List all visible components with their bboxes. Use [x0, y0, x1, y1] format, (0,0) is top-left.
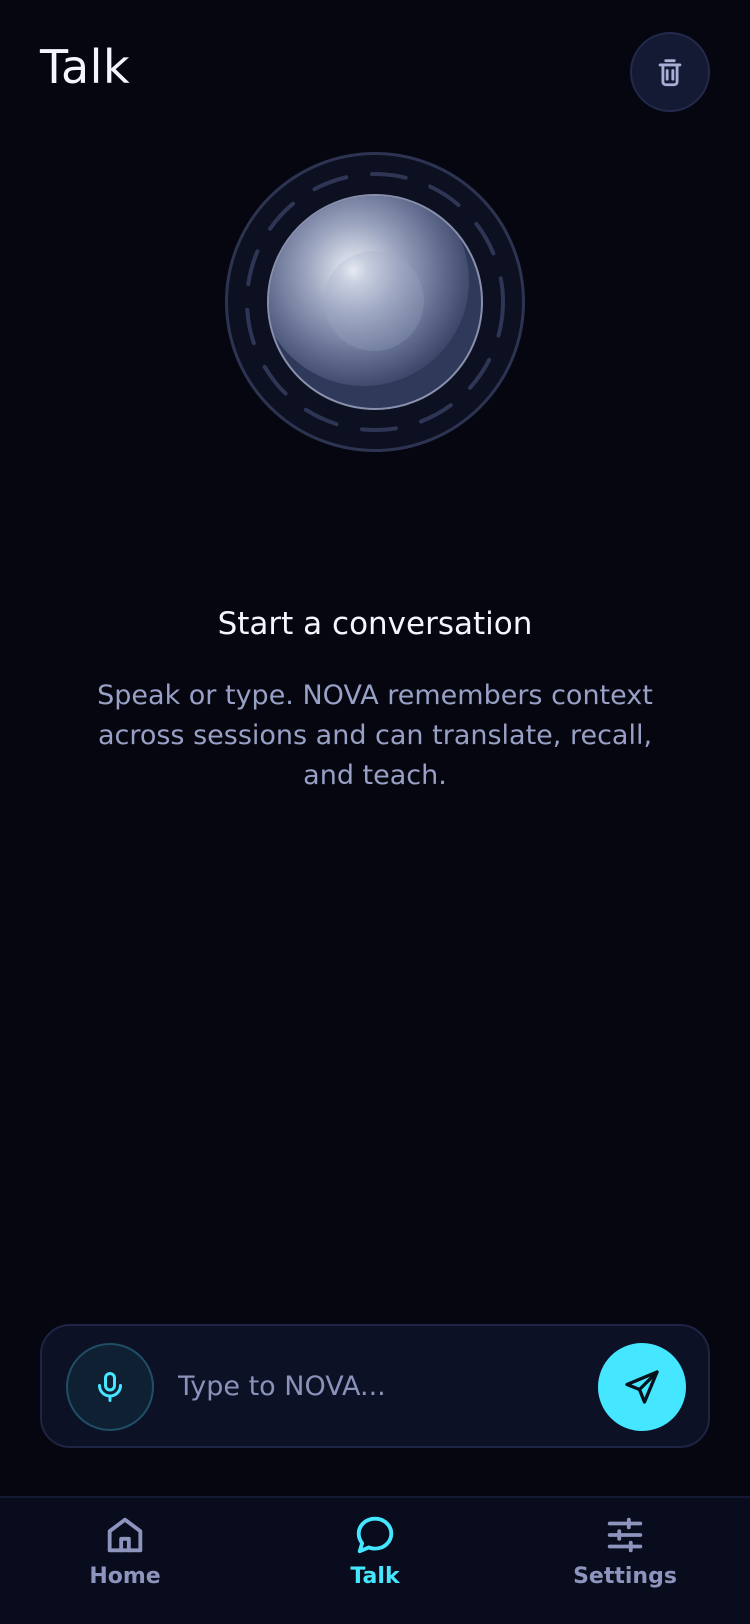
empty-state-title: Start a conversation: [217, 606, 533, 642]
home-icon: [107, 1517, 143, 1553]
empty-state-description: Speak or type. NOVA remembers context ac…: [97, 680, 653, 791]
orb-core: [324, 251, 424, 351]
header: Talk: [0, 0, 750, 150]
orb-sphere: [267, 194, 483, 410]
tab-home[interactable]: Home: [35, 1512, 215, 1612]
talk-screen: Talk Start a conversation Speak or type.…: [0, 0, 750, 1624]
microphone-button[interactable]: [66, 1343, 154, 1431]
microphone-icon: [98, 1372, 122, 1402]
send-icon: [625, 1370, 659, 1404]
message-composer: [40, 1324, 710, 1448]
tab-talk[interactable]: Talk: [285, 1512, 465, 1612]
chat-bubble-icon: [356, 1516, 394, 1554]
trash-icon: [658, 59, 682, 87]
tab-label-settings: Settings: [573, 1564, 677, 1589]
sliders-icon: [607, 1517, 643, 1553]
send-button[interactable]: [598, 1343, 686, 1431]
tab-label-home: Home: [89, 1564, 161, 1589]
tab-label-talk: Talk: [350, 1564, 400, 1589]
bottom-tab-bar: Home Talk Settings: [0, 1496, 750, 1624]
message-input[interactable]: [178, 1358, 578, 1414]
tab-settings[interactable]: Settings: [535, 1512, 715, 1612]
voice-orb[interactable]: [225, 152, 525, 452]
clear-conversation-button[interactable]: [630, 32, 710, 112]
page-title: Talk: [40, 40, 131, 94]
